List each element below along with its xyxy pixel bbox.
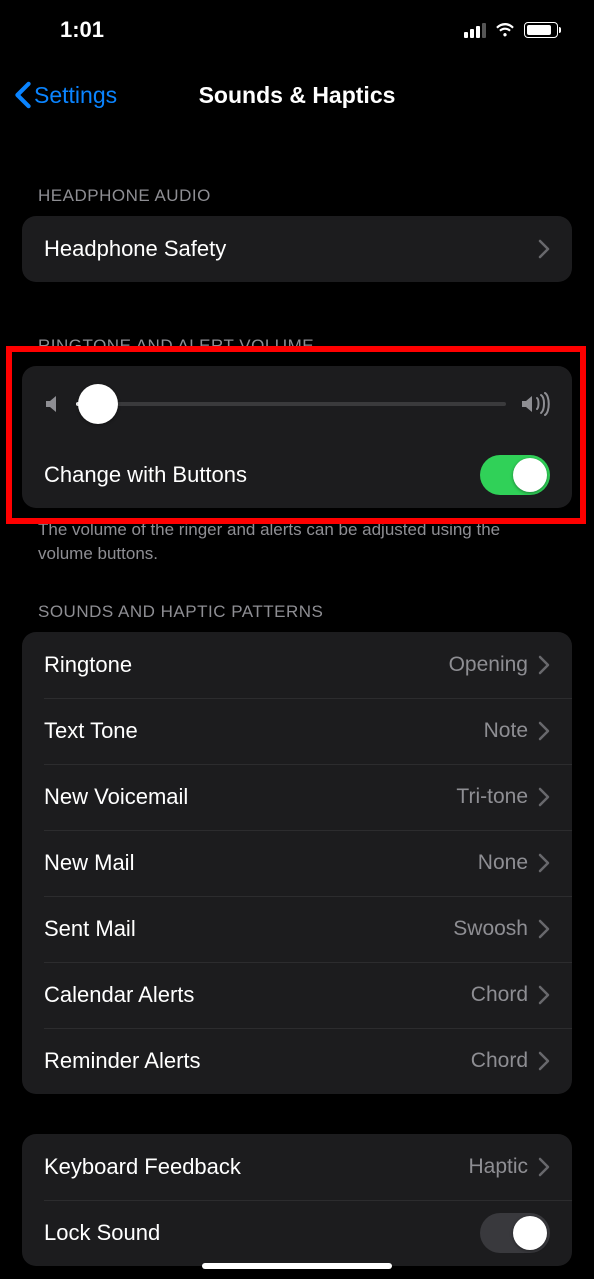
- section-header-ringtone: RINGTONE AND ALERT VOLUME: [8, 336, 586, 366]
- chevron-right-icon: [538, 985, 550, 1005]
- row-label: New Mail: [44, 850, 134, 876]
- row-reminder-alerts[interactable]: Reminder Alerts Chord: [22, 1028, 572, 1094]
- nav-bar: Settings Sounds & Haptics: [8, 60, 586, 130]
- row-lock-sound[interactable]: Lock Sound: [22, 1200, 572, 1266]
- group-patterns: Ringtone Opening Text Tone Note New Voic…: [22, 632, 572, 1094]
- group-ringtone-volume: Change with Buttons: [22, 366, 572, 508]
- row-value: Tri-tone: [456, 785, 528, 809]
- row-calendar-alerts[interactable]: Calendar Alerts Chord: [22, 962, 572, 1028]
- chevron-right-icon: [538, 1051, 550, 1071]
- chevron-right-icon: [538, 655, 550, 675]
- row-new-voicemail[interactable]: New Voicemail Tri-tone: [22, 764, 572, 830]
- row-label: Text Tone: [44, 718, 138, 744]
- row-label: Calendar Alerts: [44, 982, 194, 1008]
- speaker-low-icon: [44, 393, 62, 415]
- row-label: Headphone Safety: [44, 236, 226, 262]
- row-value: Note: [484, 719, 528, 743]
- row-label: Reminder Alerts: [44, 1048, 201, 1074]
- row-text-tone[interactable]: Text Tone Note: [22, 698, 572, 764]
- section-header-headphone: HEADPHONE AUDIO: [8, 186, 586, 216]
- status-bar: 1:01: [8, 0, 586, 60]
- group-headphone: Headphone Safety: [22, 216, 572, 282]
- row-label: Keyboard Feedback: [44, 1154, 241, 1180]
- toggle-lock-sound[interactable]: [480, 1213, 550, 1253]
- back-label: Settings: [34, 82, 117, 109]
- row-keyboard-feedback[interactable]: Keyboard Feedback Haptic: [22, 1134, 572, 1200]
- slider-thumb[interactable]: [78, 384, 118, 424]
- row-label: Lock Sound: [44, 1220, 160, 1246]
- wifi-icon: [494, 22, 516, 38]
- row-label: Sent Mail: [44, 916, 136, 942]
- chevron-right-icon: [538, 721, 550, 741]
- back-button[interactable]: Settings: [14, 81, 117, 109]
- status-time: 1:01: [60, 17, 104, 43]
- row-headphone-safety[interactable]: Headphone Safety: [22, 216, 572, 282]
- page-title: Sounds & Haptics: [199, 82, 396, 109]
- row-value: Swoosh: [453, 917, 528, 941]
- section-footer-ringtone: The volume of the ringer and alerts can …: [8, 508, 586, 566]
- row-volume-slider[interactable]: [22, 366, 572, 442]
- row-new-mail[interactable]: New Mail None: [22, 830, 572, 896]
- row-sent-mail[interactable]: Sent Mail Swoosh: [22, 896, 572, 962]
- chevron-right-icon: [538, 787, 550, 807]
- row-value: Chord: [471, 1049, 528, 1073]
- row-value: Opening: [449, 653, 528, 677]
- cellular-signal-icon: [464, 22, 486, 38]
- speaker-high-icon: [520, 392, 550, 416]
- group-other: Keyboard Feedback Haptic Lock Sound: [22, 1134, 572, 1266]
- toggle-change-with-buttons[interactable]: [480, 455, 550, 495]
- status-icons: [464, 22, 558, 38]
- chevron-right-icon: [538, 853, 550, 873]
- row-label: Change with Buttons: [44, 462, 247, 488]
- row-value: None: [478, 851, 528, 875]
- row-label: Ringtone: [44, 652, 132, 678]
- battery-icon: [524, 22, 558, 38]
- row-ringtone[interactable]: Ringtone Opening: [22, 632, 572, 698]
- row-value: Chord: [471, 983, 528, 1007]
- volume-slider[interactable]: [76, 384, 506, 424]
- chevron-right-icon: [538, 919, 550, 939]
- row-value: Haptic: [468, 1155, 528, 1179]
- home-indicator[interactable]: [202, 1263, 392, 1269]
- section-header-patterns: SOUNDS AND HAPTIC PATTERNS: [8, 602, 586, 632]
- chevron-right-icon: [538, 1157, 550, 1177]
- row-label: New Voicemail: [44, 784, 188, 810]
- chevron-right-icon: [538, 239, 550, 259]
- row-change-with-buttons[interactable]: Change with Buttons: [22, 442, 572, 508]
